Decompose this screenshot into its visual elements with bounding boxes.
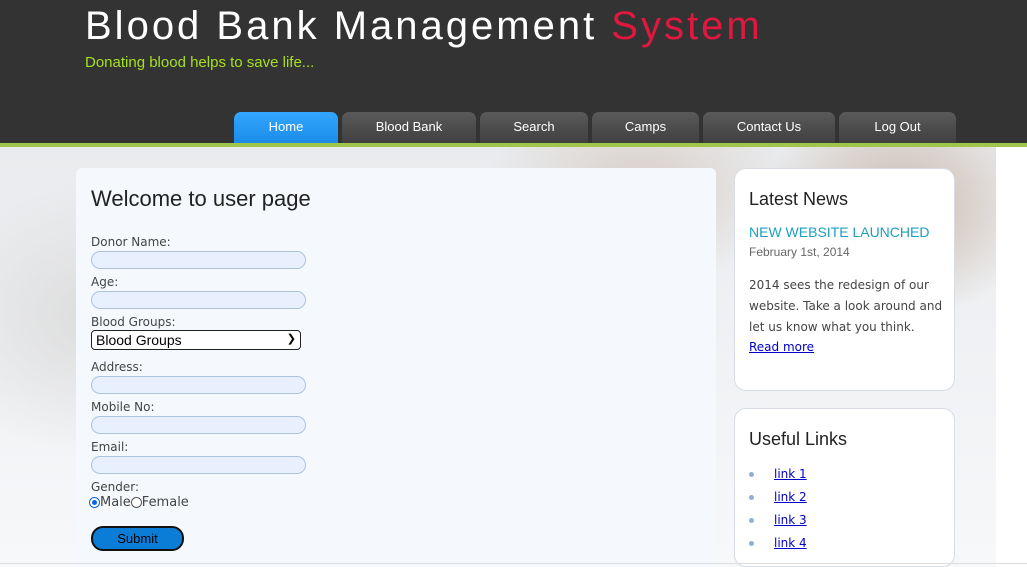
site-title: Blood Bank Management System — [85, 4, 763, 49]
latest-news-box: Latest News NEW WEBSITE LAUNCHED Februar… — [734, 168, 955, 391]
main-content: Welcome to user page Donor Name: Age: Bl… — [76, 168, 716, 567]
age-label: Age: — [91, 275, 119, 289]
bullet-icon — [749, 540, 754, 546]
address-label: Address: — [91, 360, 143, 374]
nav-log-out[interactable]: Log Out — [839, 112, 956, 144]
news-body: 2014 sees the redesign of our website. T… — [749, 278, 943, 334]
list-item: link 2 — [749, 490, 807, 504]
nav-blood-bank[interactable]: Blood Bank — [342, 112, 476, 144]
bullet-icon — [749, 494, 754, 500]
submit-button[interactable]: Submit — [91, 526, 184, 551]
gender-male-label: Male — [100, 495, 131, 510]
gender-male-radio[interactable] — [89, 497, 100, 508]
main-nav: Home Blood Bank Search Camps Contact Us … — [234, 112, 956, 144]
chevron-down-icon: ❯ — [286, 333, 296, 345]
useful-link-3[interactable]: link 3 — [774, 513, 807, 527]
read-more-link[interactable]: Read more — [749, 340, 814, 354]
news-title[interactable]: NEW WEBSITE LAUNCHED — [749, 224, 929, 240]
gender-radio-group: Male Female — [89, 495, 189, 510]
useful-links-box: Useful Links link 1 link 2 link 3 link 4 — [734, 408, 955, 567]
site-title-main: Blood Bank Management — [85, 4, 612, 48]
nav-search[interactable]: Search — [480, 112, 588, 144]
useful-link-4[interactable]: link 4 — [774, 536, 807, 550]
footer-divider — [0, 563, 1027, 564]
page-heading: Welcome to user page — [91, 186, 311, 211]
news-date: February 1st, 2014 — [749, 245, 850, 259]
site-title-accent: System — [611, 4, 763, 48]
blood-groups-select[interactable]: Blood Groups ❯ — [91, 330, 301, 350]
mobile-input[interactable] — [91, 416, 306, 434]
useful-links-heading: Useful Links — [749, 429, 848, 449]
donor-name-input[interactable] — [91, 251, 306, 269]
address-input[interactable] — [91, 376, 306, 394]
list-item: link 1 — [749, 467, 807, 481]
nav-camps[interactable]: Camps — [592, 112, 699, 144]
latest-news-heading: Latest News — [749, 189, 849, 209]
gender-female-label: Female — [141, 495, 189, 510]
age-input[interactable] — [91, 291, 306, 309]
email-input[interactable] — [91, 456, 306, 474]
nav-contact-us[interactable]: Contact Us — [703, 112, 835, 144]
useful-link-2[interactable]: link 2 — [774, 490, 807, 504]
list-item: link 3 — [749, 513, 807, 527]
site-slogan: Donating blood helps to save life... — [85, 54, 315, 71]
bullet-icon — [749, 517, 754, 523]
email-label: Email: — [91, 440, 129, 454]
mobile-label: Mobile No: — [91, 400, 155, 414]
nav-home[interactable]: Home — [234, 112, 338, 144]
useful-link-1[interactable]: link 1 — [774, 467, 807, 481]
blood-groups-selected-value: Blood Groups — [96, 332, 182, 348]
donor-name-label: Donor Name: — [91, 235, 171, 249]
list-item: link 4 — [749, 536, 807, 550]
blood-groups-label: Blood Groups: — [91, 315, 176, 329]
gender-label: Gender: — [91, 480, 140, 494]
gender-female-radio[interactable] — [130, 497, 142, 508]
bullet-icon — [749, 471, 754, 477]
